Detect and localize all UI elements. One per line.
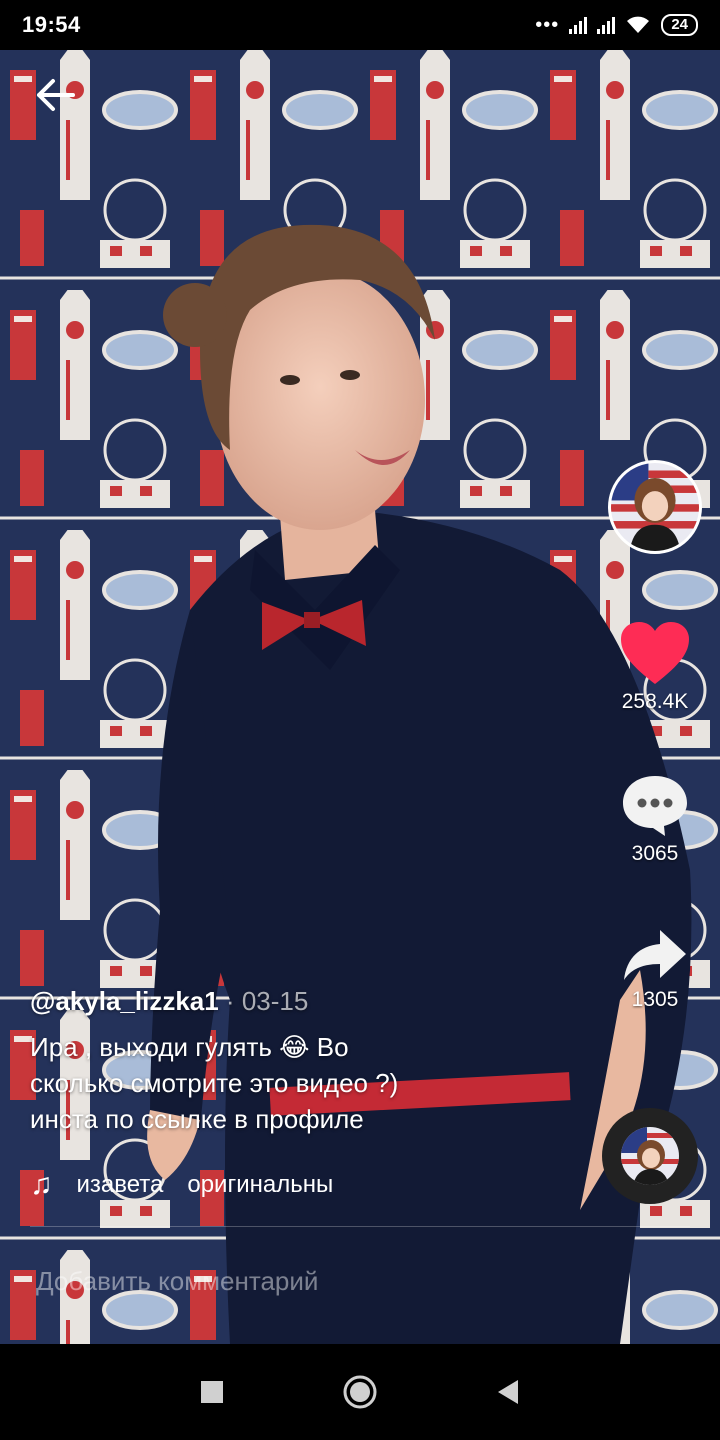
avatar-image [611,463,699,551]
music-text-2: оригинальны [187,1171,334,1198]
system-nav-bar [0,1344,720,1440]
divider [30,1226,690,1227]
share-button[interactable]: 1305 [590,926,720,1012]
comment-button[interactable]: 3065 [590,772,720,866]
notification-dots-icon: ••• [535,13,560,36]
back-nav-button[interactable] [488,1372,528,1412]
description-line: инста по ссылке в профиле [30,1104,364,1134]
author-line: @akyla_lizzka1 · 03-15 [30,986,590,1017]
share-count: 1305 [631,988,679,1011]
status-icons: ••• 24 [535,14,698,37]
music-ticker[interactable]: ♫ изавета оригинальны [30,1168,333,1202]
like-button[interactable]: 258.4K [590,620,720,714]
comment-bubble-icon [623,776,687,836]
battery-icon: 24 [661,14,698,36]
nav-triangle-icon [498,1380,518,1404]
back-arrow-icon [37,79,75,111]
post-date: 03-15 [241,986,309,1016]
heart-icon [621,622,689,684]
nav-circle-icon [343,1375,377,1409]
disc-cover [621,1127,679,1185]
author-handle[interactable]: @akyla_lizzka1 [30,986,219,1016]
description-line: Ира , выходи гулять 😂 Во [30,1032,349,1062]
home-button[interactable] [340,1372,380,1412]
separator: · [218,986,242,1016]
video-player[interactable]: 258.4K 3065 1305 @akyla_lizzka1 · 03-15 … [0,50,720,1344]
like-count: 258.4K [621,690,689,713]
comment-count: 3065 [631,842,679,865]
status-bar: 19:54 ••• 24 [0,0,720,50]
action-rail: 258.4K 3065 1305 [590,50,720,1344]
comment-input[interactable]: Добавить комментарий [36,1266,318,1297]
description-line: сколько смотрите это видео ?) [30,1068,399,1098]
signal-2-icon [597,16,616,34]
description: Ира , выходи гулять 😂 Во сколько смотрит… [30,1029,590,1137]
music-disc[interactable] [602,1108,698,1204]
nav-square-icon [201,1381,223,1403]
back-button[interactable] [30,70,80,120]
status-time: 19:54 [22,12,81,37]
recents-button[interactable] [192,1372,232,1412]
video-caption: @akyla_lizzka1 · 03-15 Ира , выходи гуля… [30,986,590,1137]
share-arrow-icon [624,930,686,980]
signal-1-icon [569,16,588,34]
music-note-icon: ♫ [30,1168,53,1201]
wifi-icon [627,16,650,33]
music-text-1: изавета [76,1171,164,1198]
author-avatar[interactable] [608,460,702,554]
